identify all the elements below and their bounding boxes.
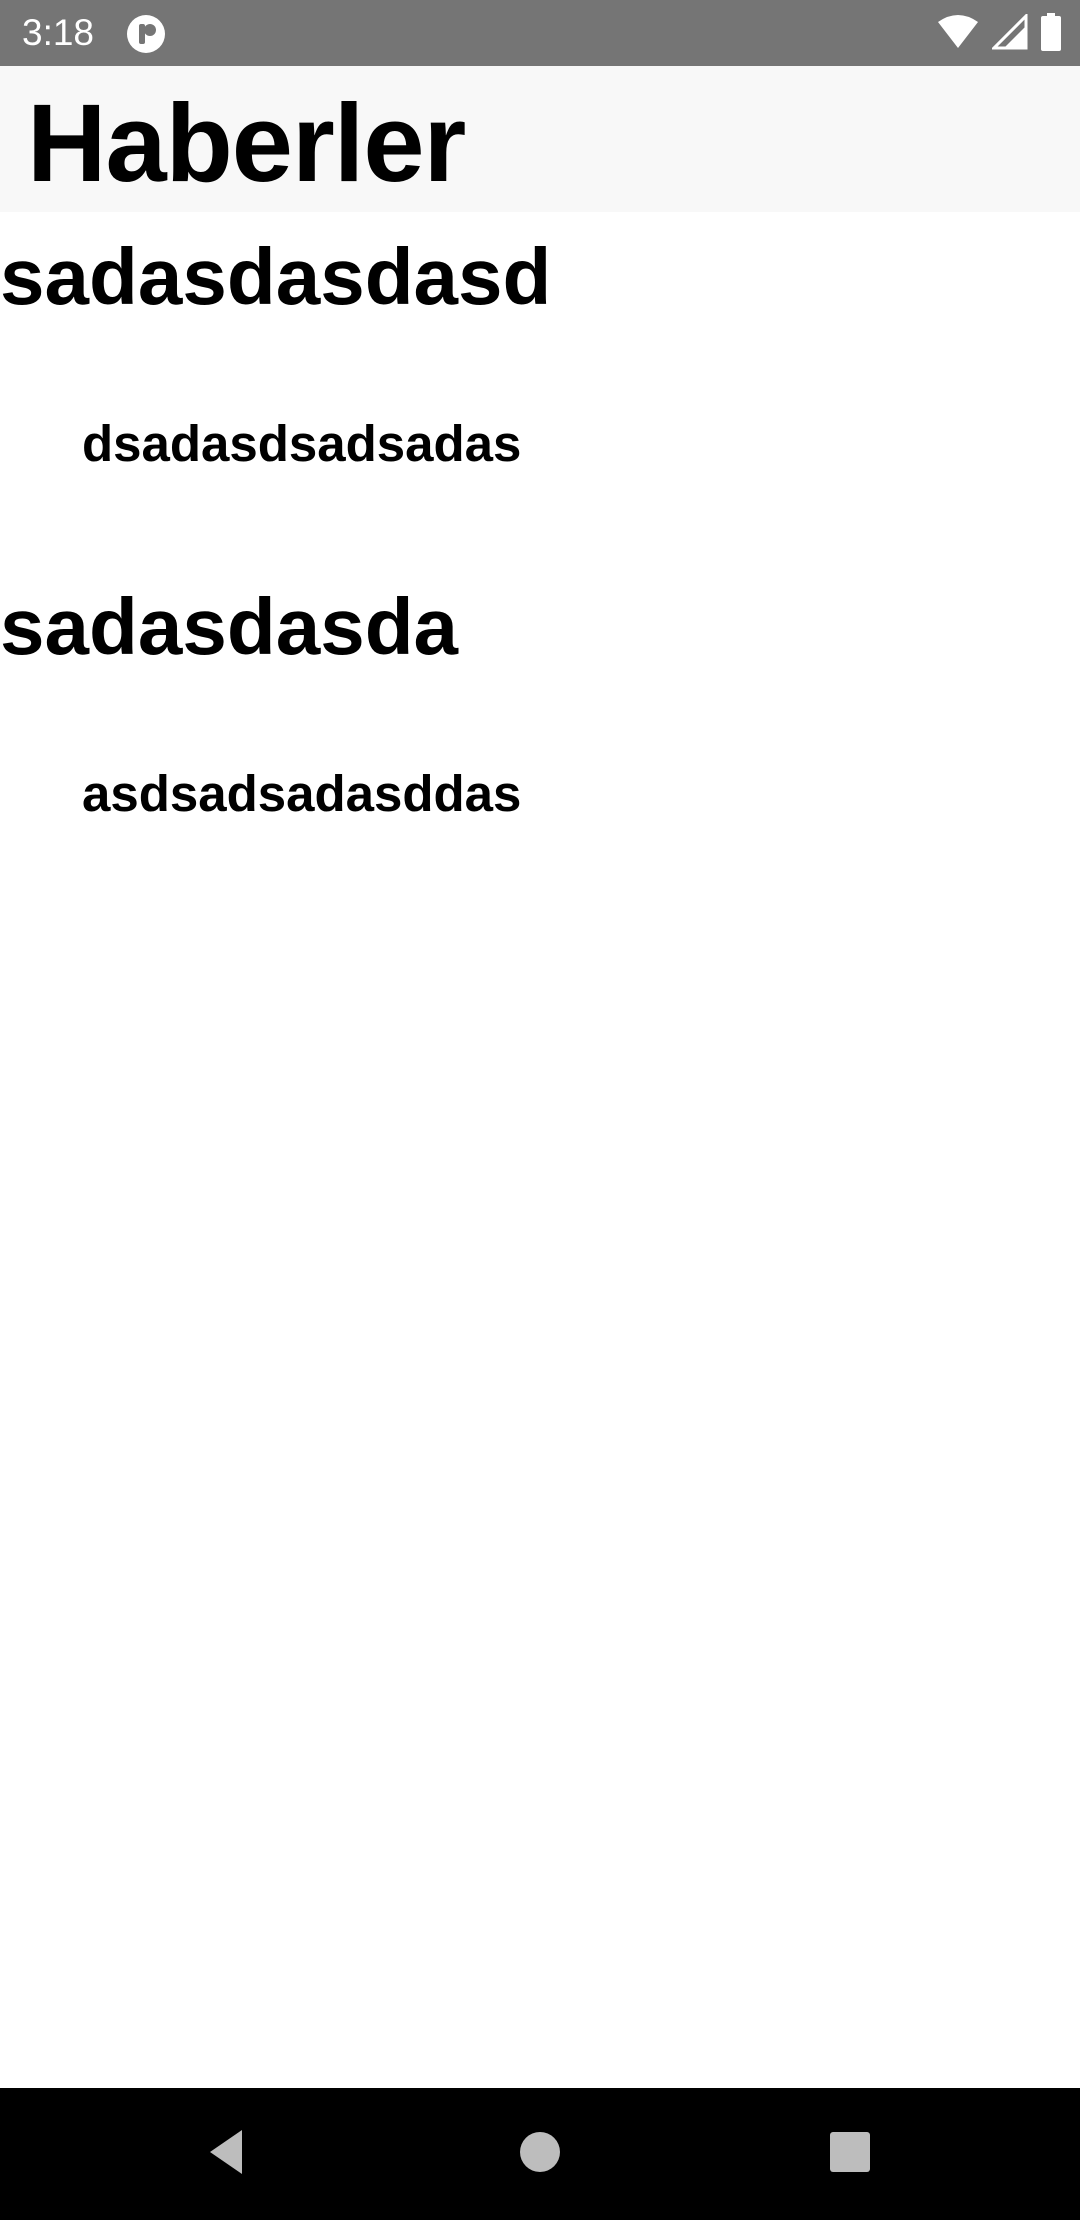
recents-icon <box>829 2131 871 2178</box>
news-title: sadasdasda <box>0 582 459 671</box>
news-body: asdsadsadasddas <box>82 765 522 822</box>
app-bar: Haberler <box>0 66 1080 212</box>
status-bar: 3:18 <box>0 0 1080 66</box>
news-title: sadasdasdasd <box>0 232 552 321</box>
cell-signal-icon <box>990 11 1028 55</box>
navigation-bar <box>0 2088 1080 2220</box>
back-icon <box>206 2128 246 2181</box>
app-notification-icon <box>126 14 166 54</box>
battery-icon <box>1040 12 1062 56</box>
wifi-icon <box>936 14 980 55</box>
recents-button[interactable] <box>770 2088 930 2220</box>
page-title: Haberler <box>27 82 466 205</box>
status-icons <box>936 11 1062 56</box>
news-body: dsadasdsadsadas <box>82 415 522 472</box>
back-button[interactable] <box>146 2088 306 2220</box>
home-icon <box>519 2131 561 2178</box>
status-time: 3:18 <box>22 12 95 53</box>
home-button[interactable] <box>460 2088 620 2220</box>
